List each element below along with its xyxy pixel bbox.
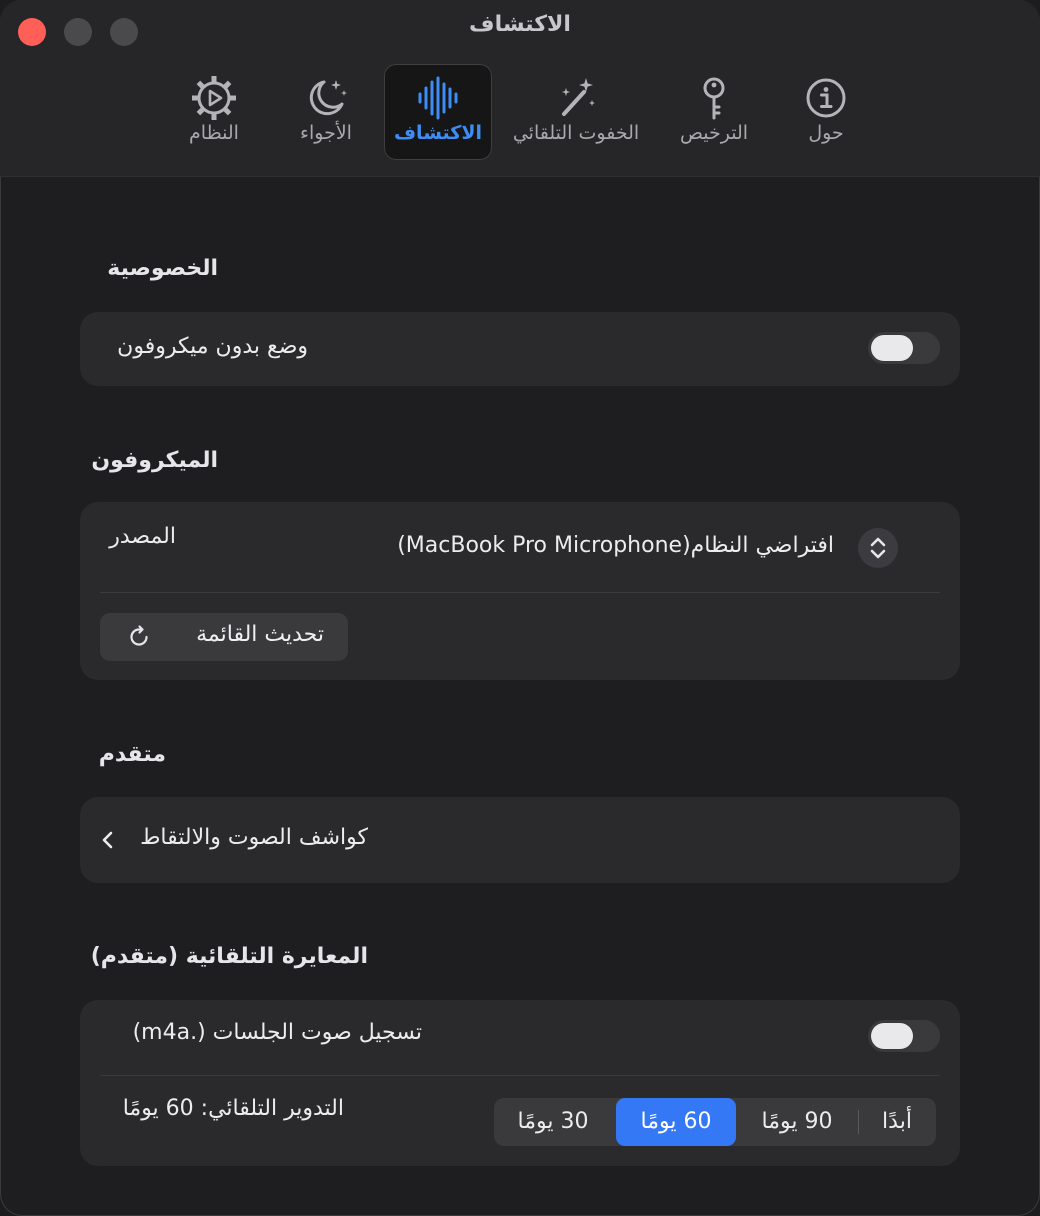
advanced-section-title: متقدم <box>98 742 166 767</box>
tab-system[interactable]: النظام <box>160 64 268 160</box>
sound-detectors-row[interactable]: كواشف الصوت والالتقاط <box>96 820 386 862</box>
toggle-knob <box>871 335 913 361</box>
rotation-option-60-days[interactable]: 60 يومًا <box>616 1098 736 1146</box>
tab-license[interactable]: الترخيص <box>660 64 768 160</box>
toggle-knob <box>871 1023 913 1049</box>
calibration-section-title: المعايرة التلقائية (متقدم) <box>90 944 368 969</box>
record-sessions-toggle[interactable] <box>868 1020 940 1052</box>
no-mic-mode-label: وضع بدون ميكروفون <box>117 334 308 359</box>
sound-detectors-label: كواشف الصوت والالتقاط <box>140 825 368 850</box>
tab-ambience[interactable]: الأجواء <box>272 64 380 160</box>
source-select-stepper[interactable] <box>858 528 898 568</box>
auto-rotation-label: التدوير التلقائي: 60 يومًا <box>122 1096 344 1121</box>
rotation-option-never[interactable]: أبدًا <box>858 1098 936 1146</box>
moon-stars-icon <box>309 80 347 116</box>
key-icon <box>703 77 725 120</box>
preferences-window: الاكتشاف حول الترخيص الخفوت التلقائي الا… <box>0 0 1040 1216</box>
tab-about-label: حول <box>808 122 844 144</box>
magic-wand-icon <box>562 78 595 116</box>
refresh-list-label: تحديث القائمة <box>196 622 324 647</box>
chevron-up-down-icon <box>870 537 886 559</box>
no-mic-mode-toggle[interactable] <box>868 332 940 364</box>
gear-play-icon <box>192 76 236 120</box>
source-label: المصدر <box>109 524 176 549</box>
refresh-icon <box>130 625 148 646</box>
privacy-section-title: الخصوصية <box>107 256 218 281</box>
microphone-section-title: الميكروفون <box>91 448 218 473</box>
tab-detection[interactable]: الاكتشاف <box>384 64 492 160</box>
window-title: الاكتشاف <box>469 12 571 37</box>
segment-divider <box>858 1110 859 1134</box>
source-select-value[interactable]: افتراضي النظام(MacBook Pro Microphone) <box>397 533 834 558</box>
rotation-segmented-control: أبدًا 90 يومًا 60 يومًا 30 يومًا <box>494 1098 936 1146</box>
info-icon <box>806 78 846 118</box>
refresh-list-button[interactable]: تحديث القائمة <box>100 613 348 661</box>
row-divider <box>100 1075 940 1076</box>
tab-ambience-label: الأجواء <box>300 122 352 144</box>
waveform-icon <box>418 76 458 120</box>
tab-auto-ducking-label: الخفوت التلقائي <box>512 122 640 144</box>
tab-detection-label: الاكتشاف <box>393 122 482 144</box>
record-sessions-label: تسجيل صوت الجلسات (.m4a) <box>132 1020 422 1045</box>
tab-auto-ducking[interactable]: الخفوت التلقائي <box>500 64 652 160</box>
tab-system-label: النظام <box>189 122 239 144</box>
chevron-left-icon <box>102 831 113 849</box>
rotation-option-30-days[interactable]: 30 يومًا <box>494 1098 612 1146</box>
tab-license-label: الترخيص <box>679 122 749 144</box>
rotation-option-90-days[interactable]: 90 يومًا <box>738 1098 856 1146</box>
tab-about[interactable]: حول <box>772 64 880 160</box>
row-divider <box>100 592 940 593</box>
